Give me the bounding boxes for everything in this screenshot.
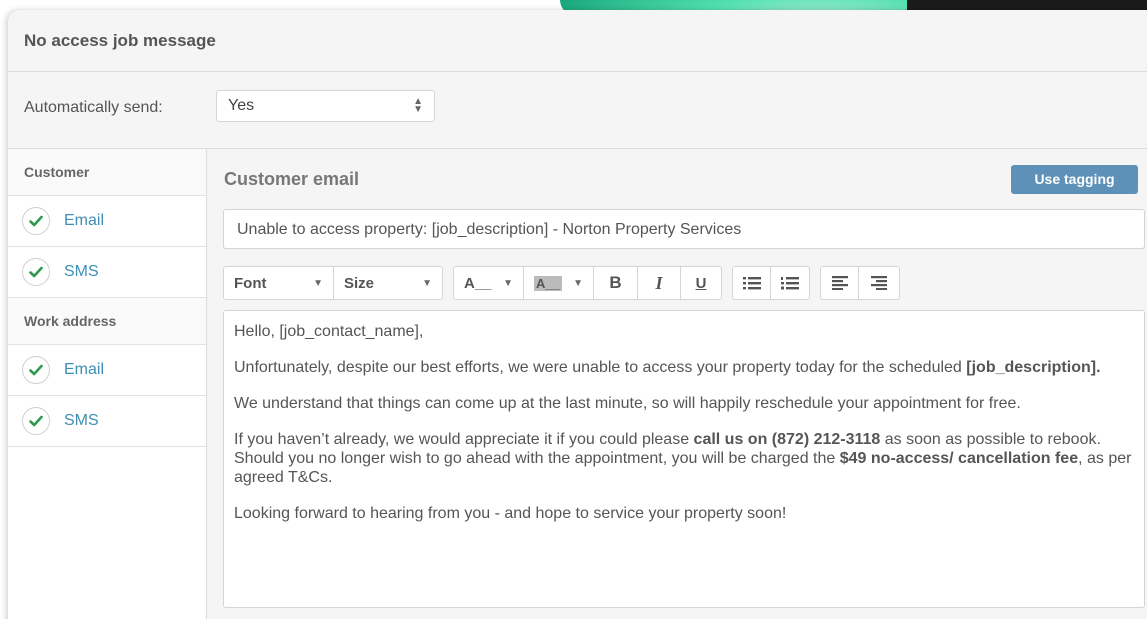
check-icon (22, 258, 50, 286)
check-icon (22, 207, 50, 235)
no-access-message-panel: No access job message Automatically send… (8, 10, 1147, 619)
align-left-icon[interactable] (821, 267, 859, 299)
select-arrows-icon: ▲ ▼ (413, 96, 423, 115)
email-paragraph-1-text: Unfortunately, despite our best efforts,… (234, 359, 962, 376)
auto-send-label: Automatically send: (24, 99, 163, 116)
chevron-down-icon: ▼ (503, 277, 513, 289)
check-icon (22, 407, 50, 435)
chevron-down-icon: ▼ (313, 277, 323, 289)
format-group: A__ ▼ A__ ▼ B I U (453, 266, 722, 300)
align-right-icon[interactable] (859, 267, 899, 299)
email-paragraph-3-a: If you haven’t already, we would appreci… (234, 431, 690, 448)
editor-title: Customer email (224, 168, 360, 189)
body-area: Customer Email SMS Work address Email SM… (8, 149, 1147, 619)
chevron-down-icon: ▼ (422, 277, 432, 289)
sidebar-heading-work-address: Work address (8, 298, 206, 345)
background-color-icon: A__ (534, 275, 562, 291)
email-paragraph-3: If you haven’t already, we would appreci… (234, 430, 1134, 487)
sidebar-item-label: Email (64, 212, 105, 229)
email-greeting: Hello, [job_contact_name], (234, 323, 424, 340)
background-color-button[interactable]: A__ ▼ (524, 267, 594, 299)
sidebar-heading-customer: Customer (8, 149, 206, 196)
editor-toolbar: Font ▼ Size ▼ A__ ▼ A__ ▼ B I U (223, 266, 1147, 300)
email-editor-area: Customer email Use tagging Unable to acc… (207, 149, 1147, 619)
sidebar-item-label: SMS (64, 412, 99, 429)
email-paragraph-2: We understand that things can come up at… (234, 395, 1021, 412)
numbered-list-icon[interactable] (771, 267, 809, 299)
auto-send-select[interactable]: Yes ▲ ▼ (216, 90, 435, 122)
email-closing: Looking forward to hearing from you - an… (234, 505, 787, 522)
font-dropdown-label: Font (234, 274, 267, 292)
bold-button[interactable]: B (594, 267, 638, 299)
fee-callout: $49 no-access/ cancellation fee (839, 450, 1079, 467)
job-description-tag: [job_description]. (966, 359, 1101, 376)
sidebar-item-label: Email (64, 361, 105, 378)
auto-send-value: Yes (228, 97, 255, 114)
channel-sidebar: Customer Email SMS Work address Email SM… (8, 149, 207, 619)
size-dropdown-label: Size (344, 274, 375, 292)
align-group (820, 266, 900, 300)
list-group (732, 266, 810, 300)
phone-callout: call us on (872) 212-3118 (693, 431, 881, 448)
email-body-editor[interactable]: Hello, [job_contact_name], Unfortunately… (223, 310, 1145, 608)
underline-button[interactable]: U (681, 267, 721, 299)
sidebar-item-work-email[interactable]: Email (8, 345, 206, 396)
chevron-down-icon: ▼ (573, 277, 583, 289)
text-color-button[interactable]: A__ ▼ (454, 267, 524, 299)
panel-title: No access job message (8, 10, 1147, 72)
size-dropdown[interactable]: Size ▼ (334, 267, 442, 299)
font-dropdown[interactable]: Font ▼ (224, 267, 334, 299)
use-tagging-button[interactable]: Use tagging (1011, 164, 1138, 194)
bullet-list-icon[interactable] (733, 267, 771, 299)
email-paragraph-1: Unfortunately, despite our best efforts,… (234, 358, 1134, 377)
text-color-icon: A__ (464, 274, 492, 292)
sidebar-item-customer-sms[interactable]: SMS (8, 247, 206, 298)
editor-header: Customer email Use tagging (223, 149, 1147, 209)
sidebar-item-label: SMS (64, 263, 99, 280)
sidebar-item-work-sms[interactable]: SMS (8, 396, 206, 447)
auto-send-row: Automatically send: Yes ▲ ▼ (8, 72, 1147, 149)
font-group: Font ▼ Size ▼ (223, 266, 443, 300)
sidebar-item-customer-email[interactable]: Email (8, 196, 206, 247)
italic-button[interactable]: I (638, 267, 681, 299)
email-subject-input[interactable]: Unable to access property: [job_descript… (223, 209, 1145, 249)
check-icon (22, 356, 50, 384)
